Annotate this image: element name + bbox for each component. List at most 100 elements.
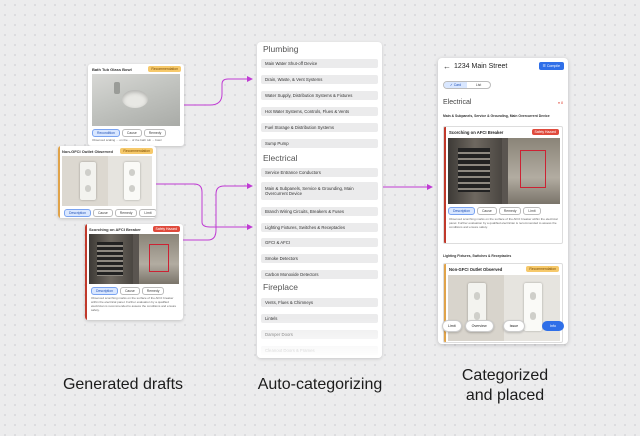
category-item[interactable]: Water Supply, Distribution Systems & Fix…: [261, 91, 378, 100]
category-item[interactable]: Main & Subpanels, Service & Grounding, M…: [261, 182, 378, 200]
pill-description[interactable]: Description: [448, 207, 475, 215]
pill-remedy[interactable]: Remedy: [114, 209, 138, 217]
category-item[interactable]: Damper Doors: [261, 330, 378, 339]
category-indicator: [58, 146, 60, 218]
category-item[interactable]: Vents, Flues & Chimneys: [261, 298, 378, 307]
subsection-title: Main & Subpanels, Service & Grounding, M…: [443, 114, 550, 118]
category-indicator: [85, 224, 87, 320]
recommendation-badge: Recommendation: [120, 148, 153, 154]
draft-title: Non-GFCI Outlet Observed: [62, 149, 113, 154]
category-label: Hot Water Systems, Controls, Flues & Ven…: [265, 108, 350, 114]
category-label: Damper Doors: [265, 331, 293, 337]
panel-photo: [89, 234, 179, 284]
arrow-outlet-to-lighting: [156, 183, 253, 230]
issue-description: Observed scorching marks on the surface …: [449, 217, 558, 229]
category-label: Lintels: [265, 315, 278, 321]
toggle-card[interactable]: ✓ Card: [444, 82, 467, 88]
label-auto-categorizing: Auto-categorizing: [257, 376, 383, 393]
safety-hazard-badge: Safety Hazard: [152, 226, 180, 232]
pill-description[interactable]: Description: [91, 287, 118, 295]
category-item[interactable]: Carbon Monoxide Detectors: [261, 270, 378, 279]
category-list: Plumbing Main Water Shut-off Device Drai…: [257, 42, 382, 358]
category-label: Main Water Shut-off Device: [265, 60, 318, 66]
section-counts: ● 8: [557, 101, 563, 105]
category-item[interactable]: GFCI & AFCI: [261, 238, 378, 247]
pill-limit[interactable]: Limit: [523, 207, 541, 215]
outlet-plate-icon: [80, 162, 96, 200]
safety-hazard-badge: Safety Hazard: [531, 129, 559, 135]
category-heading-plumbing: Plumbing: [263, 44, 299, 54]
recommendation-badge: Recommendation: [526, 266, 559, 272]
compile-button[interactable]: ☰ Compile: [538, 62, 564, 70]
back-arrow-icon[interactable]: ←: [443, 62, 451, 71]
category-item[interactable]: Branch Wiring Circuits, Breakers & Fuses: [261, 207, 378, 216]
section-count: 8: [561, 101, 563, 105]
category-item[interactable]: Main Water Shut-off Device: [261, 59, 378, 68]
category-label: Sump Pump: [265, 140, 289, 146]
bottom-nav: Limit Overview Issue Info: [442, 320, 564, 332]
issue-title: Non-GFCI Outlet Observed: [449, 267, 503, 272]
pill-cause[interactable]: Cause: [121, 129, 142, 137]
category-item[interactable]: Smoke Detectors: [261, 254, 378, 263]
pill-cause[interactable]: Cause: [92, 209, 113, 217]
category-label: Branch Wiring Circuits, Breakers & Fuses: [265, 208, 345, 214]
draft-title: Scorching on AFCI Breaker: [89, 227, 141, 232]
nav-limit-button[interactable]: Limit: [442, 320, 462, 332]
toggle-list[interactable]: List: [467, 82, 490, 88]
draft-title: Bath Tub Glass Bowl: [92, 67, 132, 72]
report-phone-screen: ← 1234 Main Street ☰ Compile ✓ Card List…: [438, 58, 568, 344]
category-item[interactable]: Cleanout Doors & Frames: [261, 346, 378, 355]
category-indicator: [444, 127, 446, 243]
pill-remedy[interactable]: Remedy: [498, 207, 522, 215]
nav-issue-button[interactable]: Issue: [502, 320, 526, 332]
arrow-bathtub-to-plumbing: [184, 76, 253, 106]
category-label: Smoke Detectors: [265, 255, 298, 261]
pill-limit[interactable]: Limit: [139, 209, 156, 217]
toggle-list-label: List: [475, 83, 482, 87]
category-item[interactable]: Sump Pump: [261, 139, 378, 148]
category-label: Fuel Storage & Distribution Systems: [265, 124, 335, 130]
category-label: Water Supply, Distribution Systems & Fix…: [265, 92, 353, 98]
category-label: Main & Subpanels, Service & Grounding, M…: [265, 185, 354, 197]
recommendation-badge: Recommendation: [148, 66, 181, 72]
nav-info-button[interactable]: Info: [542, 321, 564, 331]
category-heading-electrical: Electrical: [263, 153, 298, 163]
category-item[interactable]: Fuel Storage & Distribution Systems: [261, 123, 378, 132]
panel-photo: [448, 138, 560, 204]
draft-card-afci[interactable]: Scorching on AFCI Breaker Safety Hazard …: [85, 224, 183, 320]
draft-card-bathtub[interactable]: Bath Tub Glass Bowl Recommendation Recon…: [88, 64, 184, 146]
category-heading-fireplace: Fireplace: [263, 282, 298, 292]
issue-card-afci[interactable]: Scorching on AFCI Breaker Safety Hazard …: [443, 126, 563, 244]
outlet-photo: [62, 156, 152, 206]
category-item[interactable]: Lighting Fixtures, Switches & Receptacle…: [261, 223, 378, 232]
compile-label: Compile: [546, 64, 560, 68]
issue-title: Scorching on AFCI Breaker: [449, 130, 504, 135]
pill-cause[interactable]: Cause: [476, 207, 497, 215]
category-label: GFCI & AFCI: [265, 239, 291, 245]
category-item[interactable]: Hot Water Systems, Controls, Flues & Ven…: [261, 107, 378, 116]
category-item[interactable]: Service Entrance Conductors: [261, 168, 378, 177]
category-label: Lighting Fixtures, Switches & Receptacle…: [265, 224, 346, 230]
pill-cause[interactable]: Cause: [119, 287, 140, 295]
view-toggle: ✓ Card List: [443, 81, 491, 89]
pill-recondition[interactable]: Recondition: [92, 129, 120, 137]
label-generated-drafts: Generated drafts: [62, 376, 184, 393]
subsection-title: Lighting Fixtures, Switches & Receptacle…: [443, 254, 512, 258]
section-heading-electrical: Electrical: [443, 99, 472, 106]
category-label: Service Entrance Conductors: [265, 169, 321, 175]
category-label: Drain, Waste, & Vent Systems: [265, 76, 323, 82]
category-label: Cleanout Doors & Frames: [265, 347, 315, 353]
toggle-card-label: Card: [453, 83, 462, 87]
category-label: Carbon Monoxide Detectors: [265, 271, 319, 277]
pill-remedy[interactable]: Remedy: [143, 129, 167, 137]
outlet-plate-icon: [124, 162, 140, 200]
nav-overview-button[interactable]: Overview: [464, 320, 494, 332]
pill-description[interactable]: Description: [64, 209, 91, 217]
category-item[interactable]: Lintels: [261, 314, 378, 323]
draft-card-outlet[interactable]: Non-GFCI Outlet Observed Recommendation …: [58, 146, 156, 218]
category-label: Vents, Flues & Chimneys: [265, 299, 314, 305]
category-item[interactable]: Drain, Waste, & Vent Systems: [261, 75, 378, 84]
pill-remedy[interactable]: Remedy: [141, 287, 165, 295]
draft-description: Observed scorching marks on the surface …: [91, 296, 177, 312]
arrow-afci-to-main-panel: [183, 183, 253, 241]
